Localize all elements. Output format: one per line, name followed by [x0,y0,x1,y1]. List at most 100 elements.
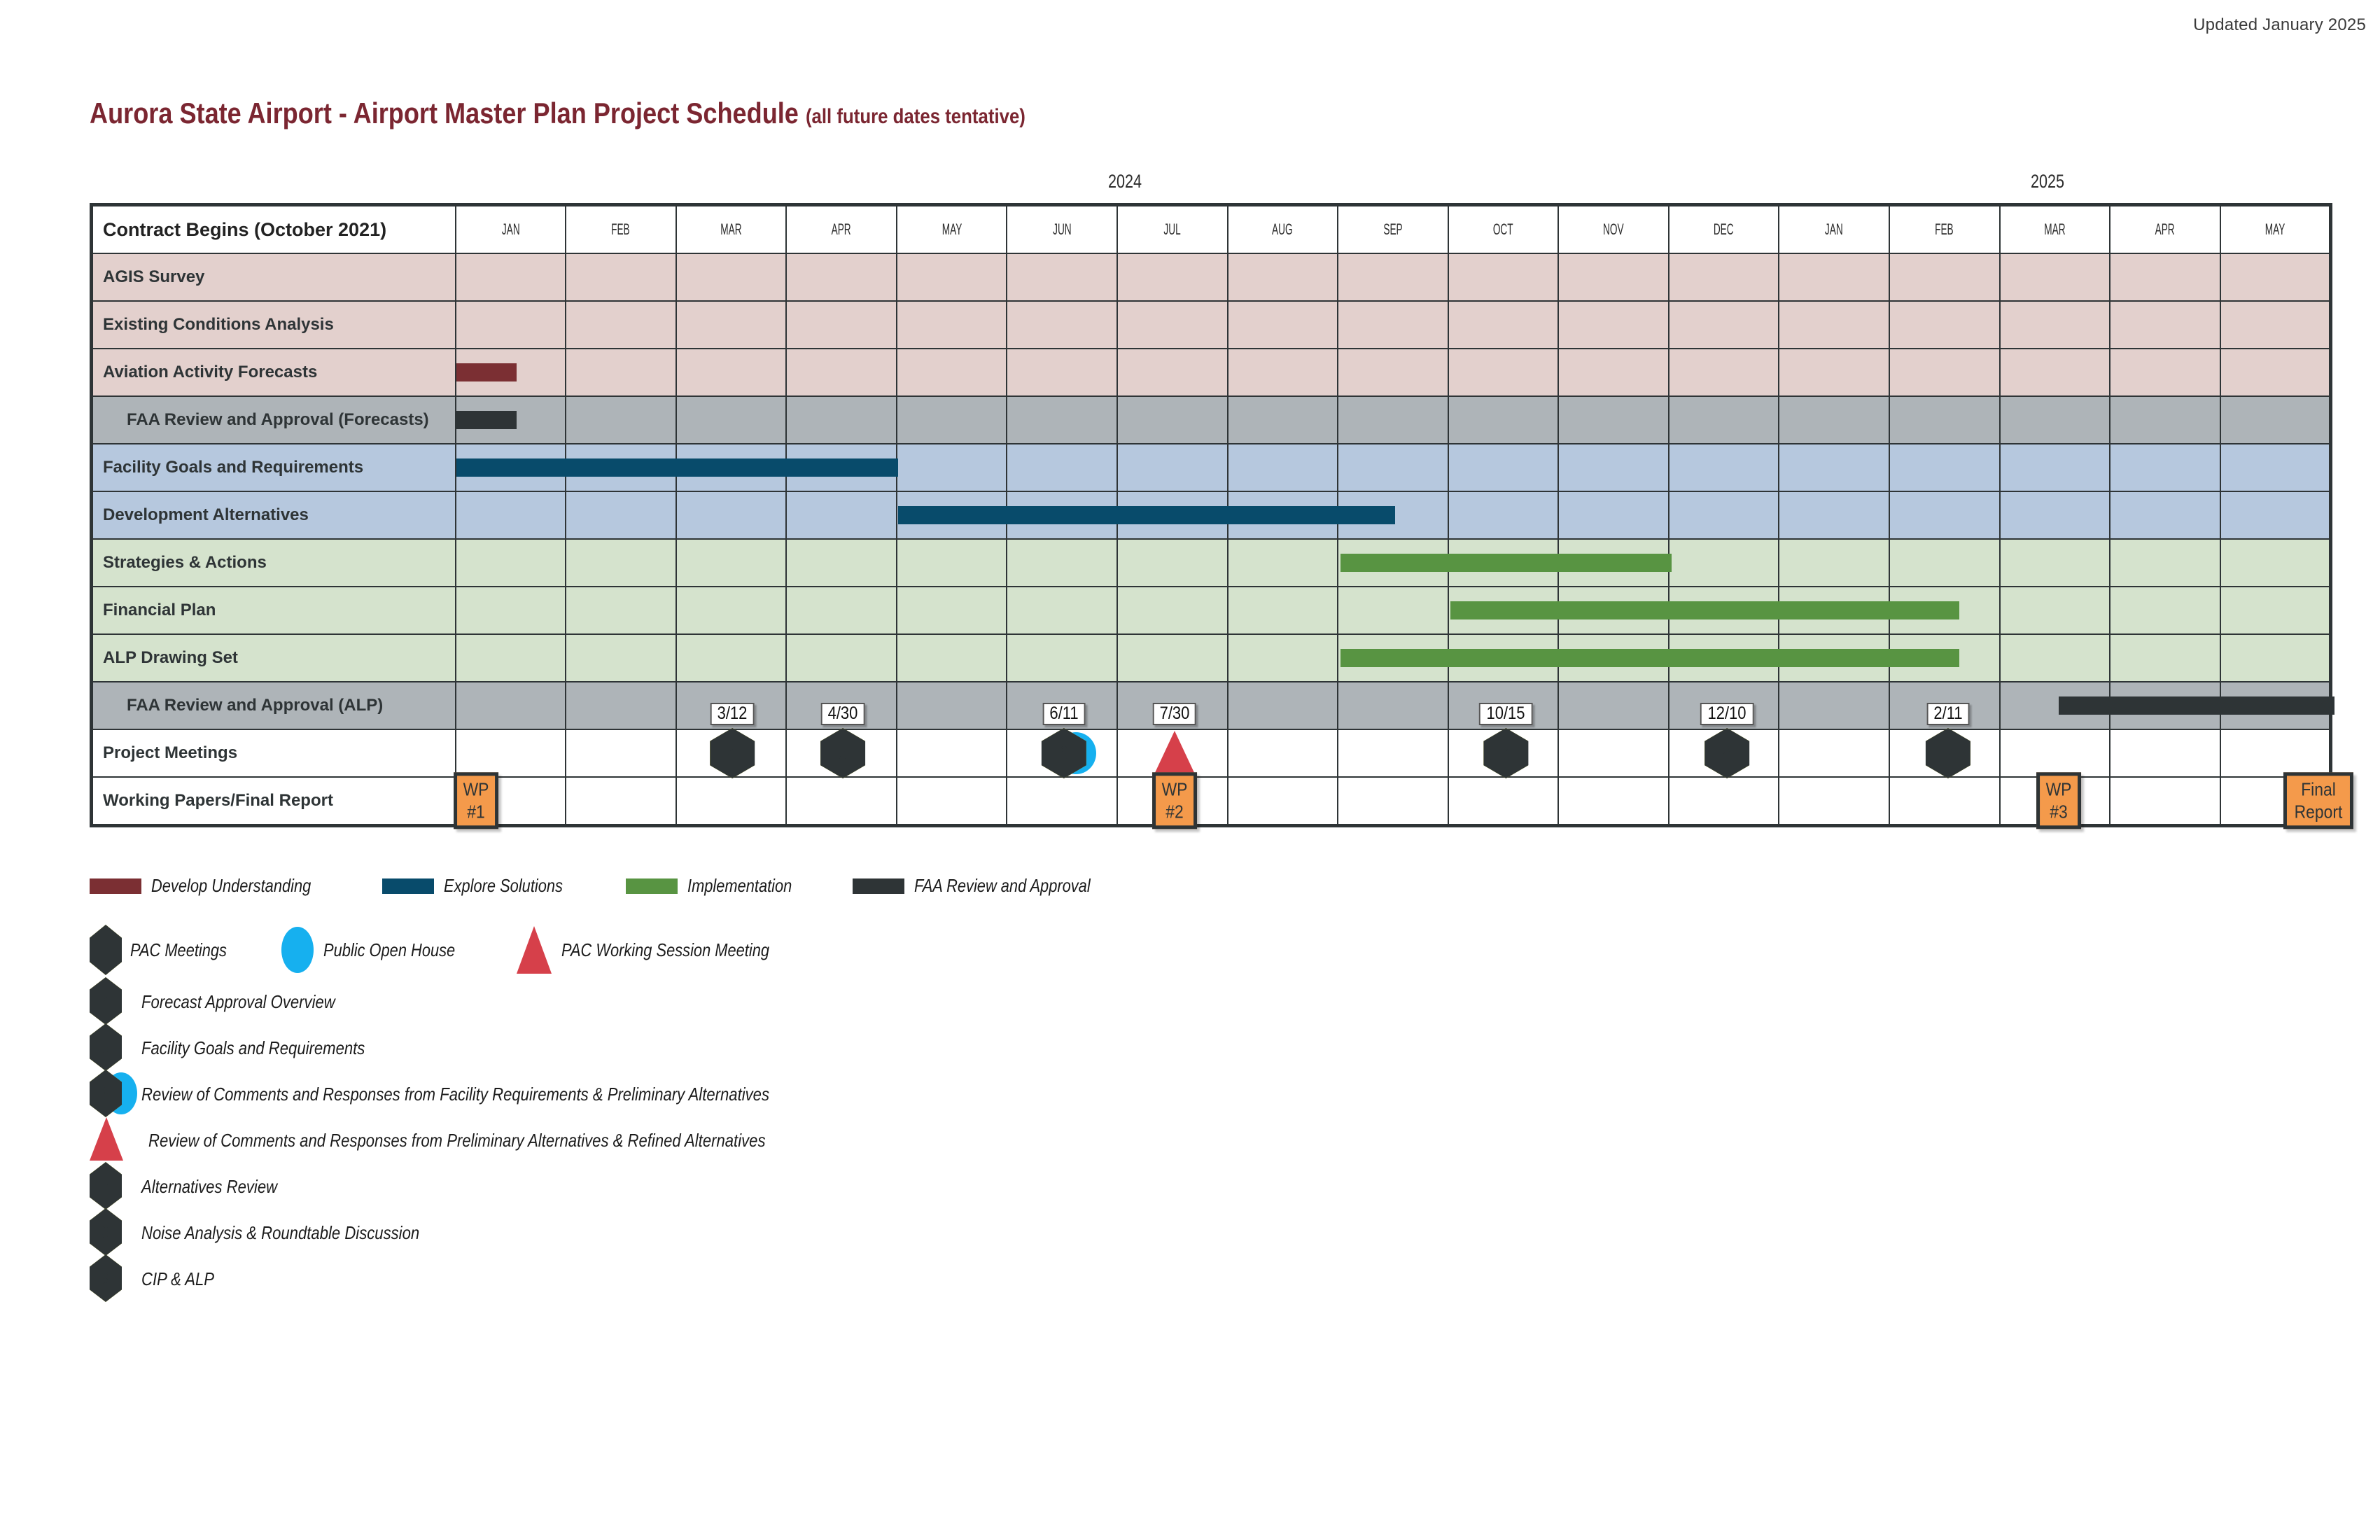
month-header-label: SEP [1383,220,1403,238]
gantt-table: Contract Begins (October 2021) JAN FEB MAR… [90,203,2353,830]
grid-cell [675,300,788,349]
grid-cell [1889,491,2001,540]
grid-cell [1998,776,2111,827]
grid-cell [785,776,897,827]
grid-cell [454,634,1959,682]
grid-cell [454,491,1396,540]
grid-cell [785,491,897,540]
month-header-1: FEB [565,204,677,254]
grid-cell [1447,776,1560,827]
grid-cell [895,538,1008,587]
month-header-label: DEC [1714,220,1735,238]
grid-cell [1778,729,1891,778]
meeting-number: 4 [102,990,110,1011]
grid-cell [454,586,1959,635]
grid-cell [454,348,567,397]
grid-cell [785,253,897,302]
working-paper-box[interactable]: WP #1 [453,772,498,830]
meeting-description: Forecast Approval Overview [141,990,335,1012]
grid-cell [1006,253,1118,302]
grid-cell [1337,776,1449,827]
grid-cell [2219,396,2332,444]
grid-cell [785,348,897,397]
meeting-number: 6 [102,1082,110,1104]
grid-cell [1778,253,1891,302]
month-header-label: APR [2155,220,2175,238]
pac-meeting-hexagon-icon: 8 [90,1208,122,1256]
grid-cell [785,396,897,444]
grid-cell [2219,348,2332,397]
month-header-label: MAR [720,220,742,238]
grid-cell [1006,538,1118,587]
grid-cell [1558,586,1670,635]
page-title-note: (all future dates tentative) [805,105,1026,128]
phase-legend-label: Implementation [687,875,792,896]
grid-cell [565,253,677,302]
grid-cell [1006,586,1118,635]
grid-cell [2219,634,2332,682]
grid-cell [785,443,897,492]
grid-cell [2109,729,2221,778]
list-item: 5 Facility Goals and Requirements [90,1023,880,1071]
row-label-faa-review-and-approval-alp: FAA Review and Approval (ALP) [90,681,456,730]
grid-cell [1226,491,1339,540]
phase-legend-label: Explore Solutions [443,875,563,896]
grid-cell [1778,681,1891,730]
grid-cell [1116,681,1228,730]
grid-cell [1447,443,1560,492]
grid-cell [1447,538,1560,587]
grid-cell [565,729,677,778]
grid-cell [565,300,677,349]
grid-cell [1889,681,2001,730]
list-item: 6 Review of Comments and Responses from F… [90,1070,880,1117]
grid-cell [1337,586,1449,635]
grid-cell [1337,396,1449,444]
row-label-facility-goals-and-requirements: Facility Goals and Requirements [90,443,456,492]
grid-cell [1558,634,1670,682]
month-header-label: APR [831,220,852,238]
grid-cell [1667,396,1780,444]
grid-cell [895,634,1008,682]
updated-stamp: Updated January 2025 [2193,15,2366,34]
grid-cell [1667,681,1780,730]
grid-cell [675,443,788,492]
meeting-description: Alternatives Review [141,1175,278,1197]
grid-cell [1337,300,1449,349]
grid-cell [565,538,677,587]
month-header-13: FEB [1889,204,2001,254]
grid-cell [1889,348,2001,397]
month-header-8: SEP [1337,204,1449,254]
row-label-strategies-actions: Strategies & Actions [90,538,456,587]
grid-cell [2219,586,2332,635]
grid-cell [2109,681,2221,730]
meeting-number: 5 [102,1036,110,1058]
grid-cell [1558,538,1670,587]
grid-cell [1226,300,1339,349]
table-row: Development Alternatives [90,491,2332,540]
pac-meeting-hexagon-icon: 7 [90,1162,122,1210]
grid-cell [1889,253,2001,302]
grid-cell [1667,300,1780,349]
grid-cell [1226,681,1339,730]
grid-cell [2109,776,2221,827]
pac-meeting-hexagon-icon [90,925,122,975]
grid-cell [1116,300,1228,349]
grid-cell [675,729,788,778]
grid-cell [565,634,677,682]
year-label-2024: 2024 [1107,171,1142,192]
grid-cell [895,776,1008,827]
table-row: FAA Review and Approval (Forecasts) [90,396,2332,444]
grid-cell [1116,396,1228,444]
grid-cell [2109,443,2221,492]
grid-cell [1998,681,2111,730]
grid-cell [2109,586,2221,635]
marker-legend-item: PAC Meetings [90,925,245,975]
grid-cell [1778,300,1891,349]
row-label-aviation-activity-forecasts: Aviation Activity Forecasts [90,348,456,397]
grid-cell [675,776,788,827]
grid-cell [1889,776,2001,827]
month-header-12: JAN [1778,204,1891,254]
grid-cell [895,348,1008,397]
grid-cell [2219,443,2332,492]
grid-cell [565,491,677,540]
